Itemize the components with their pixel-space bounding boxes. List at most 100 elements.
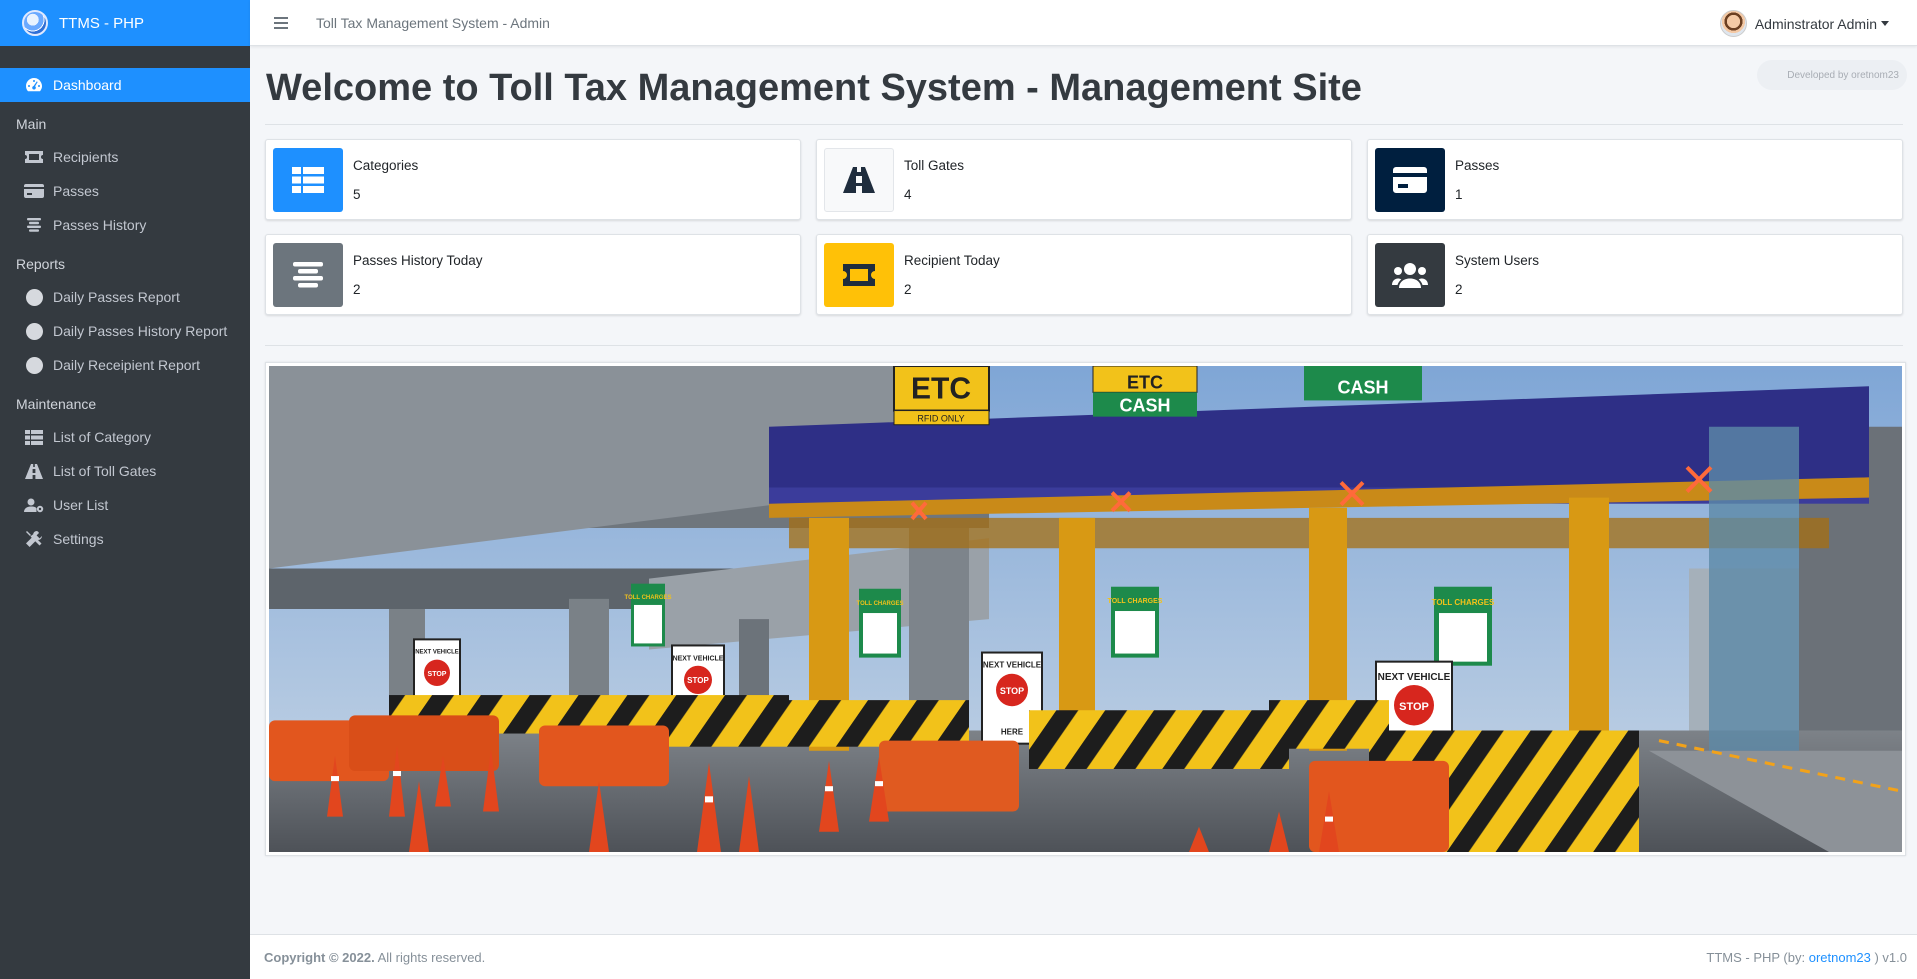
ticket-icon xyxy=(824,242,894,307)
banner-sign-cash: CASH xyxy=(1119,395,1170,415)
stat-card-label: System Users xyxy=(1455,252,1540,268)
brand[interactable]: TTMS - PHP xyxy=(0,0,250,46)
hamburger-menu-icon[interactable] xyxy=(274,14,288,32)
sidebar-item-label: Dashboard xyxy=(53,77,122,93)
banner-sign-stop-2: STOP xyxy=(687,676,709,685)
banner-sign-cash-2: CASH xyxy=(1337,377,1388,397)
sidebar-item-recipients[interactable]: Recipients xyxy=(0,140,250,174)
tachometer-icon xyxy=(24,75,44,95)
banner-sign-next-vehicle-2: NEXT VEHICLE xyxy=(673,656,724,663)
stat-card-value: 2 xyxy=(904,281,912,297)
footer-copyright: Copyright © 2022. All rights reserved. xyxy=(264,950,485,965)
circle-icon xyxy=(24,321,44,341)
stat-card-label: Passes xyxy=(1455,157,1500,173)
nav-header-maintenance: Maintenance xyxy=(16,396,97,412)
banner-sign-toll-charges: TOLL CHARGES xyxy=(625,595,672,601)
sidebar: TTMS - PHP Dashboard Main Recipients Pas… xyxy=(0,0,250,979)
align-center-icon xyxy=(24,215,44,235)
credit-card-icon xyxy=(24,181,44,201)
stat-card-categories: Categories 5 xyxy=(265,139,801,220)
sidebar-item-user-list[interactable]: User List xyxy=(0,488,250,522)
nav-header-main: Main xyxy=(16,116,47,132)
stat-card-label: Toll Gates xyxy=(904,157,965,173)
banner-sign-stop: STOP xyxy=(428,671,447,678)
rights-text: All rights reserved. xyxy=(377,949,486,965)
divider xyxy=(265,124,1903,125)
stat-card-value: 2 xyxy=(353,281,361,297)
banner-sign-rfid: RFID ONLY xyxy=(917,414,964,424)
app-credit-text: TTMS - PHP (by: xyxy=(1706,949,1809,965)
ticket-icon xyxy=(24,147,44,167)
footer-credit: TTMS - PHP (by: oretnom23 ) v1.0 xyxy=(1706,950,1907,965)
user-menu[interactable]: Adminstrator Admin xyxy=(1719,10,1889,37)
nav-header-reports: Reports xyxy=(16,256,66,272)
sidebar-item-label: Daily Passes Report xyxy=(53,289,180,305)
credit-card-icon xyxy=(1375,147,1445,212)
version-text: ) v1.0 xyxy=(1870,949,1907,965)
banner-sign-stop-3: STOP xyxy=(1000,686,1024,696)
sidebar-item-daily-recipient-report[interactable]: Daily Receipient Report xyxy=(0,348,250,382)
developed-by-badge[interactable]: Developed by oretnom23 xyxy=(1757,60,1907,90)
sidebar-item-dashboard[interactable]: Dashboard xyxy=(0,68,250,102)
stat-cards: Categories 5 Toll Gates 4 Passes 1 Passe… xyxy=(265,139,1903,315)
sidebar-item-passes[interactable]: Passes xyxy=(0,174,250,208)
banner-sign-etc-cash: ETC xyxy=(1127,372,1163,392)
sidebar-item-label: Passes History xyxy=(53,217,147,233)
sidebar-item-passes-history[interactable]: Passes History xyxy=(0,208,250,242)
users-icon xyxy=(1375,242,1445,307)
table-icon xyxy=(273,147,343,212)
topbar: Toll Tax Management System - Admin Admin… xyxy=(250,0,1917,46)
toll-plaza-banner-image: ETC RFID ONLY ETC CASH CASH TOLL CHARGES… xyxy=(269,366,1902,852)
stat-card-system-users: System Users 2 xyxy=(1367,234,1903,315)
main-content: Developed by oretnom23 Welcome to Toll T… xyxy=(250,46,1917,934)
sidebar-item-list-of-category[interactable]: List of Category xyxy=(0,420,250,454)
sidebar-item-label: List of Toll Gates xyxy=(53,463,157,479)
banner-sign-stop-4: STOP xyxy=(1399,701,1429,713)
circle-icon xyxy=(24,287,44,307)
sidebar-item-label: Recipients xyxy=(53,149,119,165)
sidebar-item-label: Daily Receipient Report xyxy=(53,357,201,373)
banner-sign-next-vehicle-4: NEXT VEHICLE xyxy=(1378,672,1451,683)
sidebar-item-label: Settings xyxy=(53,531,104,547)
sidebar-item-list-of-toll-gates[interactable]: List of Toll Gates xyxy=(0,454,250,488)
author-link[interactable]: oretnom23 xyxy=(1809,950,1871,965)
page-title: Welcome to Toll Tax Management System - … xyxy=(266,67,1362,109)
stat-card-value: 5 xyxy=(353,186,361,202)
sidebar-item-daily-passes-history-report[interactable]: Daily Passes History Report xyxy=(0,314,250,348)
banner-sign-etc: ETC xyxy=(911,372,971,405)
sidebar-item-daily-passes-report[interactable]: Daily Passes Report xyxy=(0,280,250,314)
banner-container: ETC RFID ONLY ETC CASH CASH TOLL CHARGES… xyxy=(265,362,1906,856)
sidebar-nav: Dashboard Main Recipients Passes Passes … xyxy=(0,68,250,556)
user-name: Adminstrator Admin xyxy=(1754,15,1877,32)
caret-down-icon xyxy=(1881,21,1889,26)
align-center-icon xyxy=(273,242,343,307)
table-icon xyxy=(24,427,44,447)
sidebar-item-label: List of Category xyxy=(53,429,152,445)
avatar xyxy=(1719,10,1747,37)
footer: Copyright © 2022. All rights reserved. T… xyxy=(250,934,1917,979)
stat-card-toll-gates: Toll Gates 4 xyxy=(816,139,1352,220)
circle-icon xyxy=(24,355,44,375)
stat-card-passes-history-today: Passes History Today 2 xyxy=(265,234,801,315)
sidebar-item-label: Passes xyxy=(53,183,99,199)
sidebar-item-settings[interactable]: Settings xyxy=(0,522,250,556)
stat-card-recipient-today: Recipient Today 2 xyxy=(816,234,1352,315)
topbar-title: Toll Tax Management System - Admin xyxy=(316,14,550,31)
stat-card-label: Passes History Today xyxy=(353,252,483,268)
brand-name: TTMS - PHP xyxy=(59,14,144,32)
stat-card-value: 2 xyxy=(1455,281,1463,297)
users-cog-icon xyxy=(24,495,44,515)
banner-sign-next-vehicle: NEXT VEHICLE xyxy=(415,650,459,656)
banner-sign-next-vehicle-3: NEXT VEHICLE xyxy=(983,661,1042,670)
road-icon xyxy=(24,461,44,481)
tools-icon xyxy=(24,529,44,549)
brand-logo-icon xyxy=(22,10,48,36)
sidebar-item-label: User List xyxy=(53,497,109,513)
banner-sign-toll-charges-3: TOLL CHARGES xyxy=(1108,598,1163,605)
stat-card-value: 4 xyxy=(904,186,912,202)
stat-card-label: Categories xyxy=(353,157,419,173)
sidebar-item-label: Daily Passes History Report xyxy=(53,323,228,339)
stat-card-passes: Passes 1 xyxy=(1367,139,1903,220)
banner-sign-toll-charges-2: TOLL CHARGES xyxy=(857,601,904,607)
divider xyxy=(265,345,1903,346)
